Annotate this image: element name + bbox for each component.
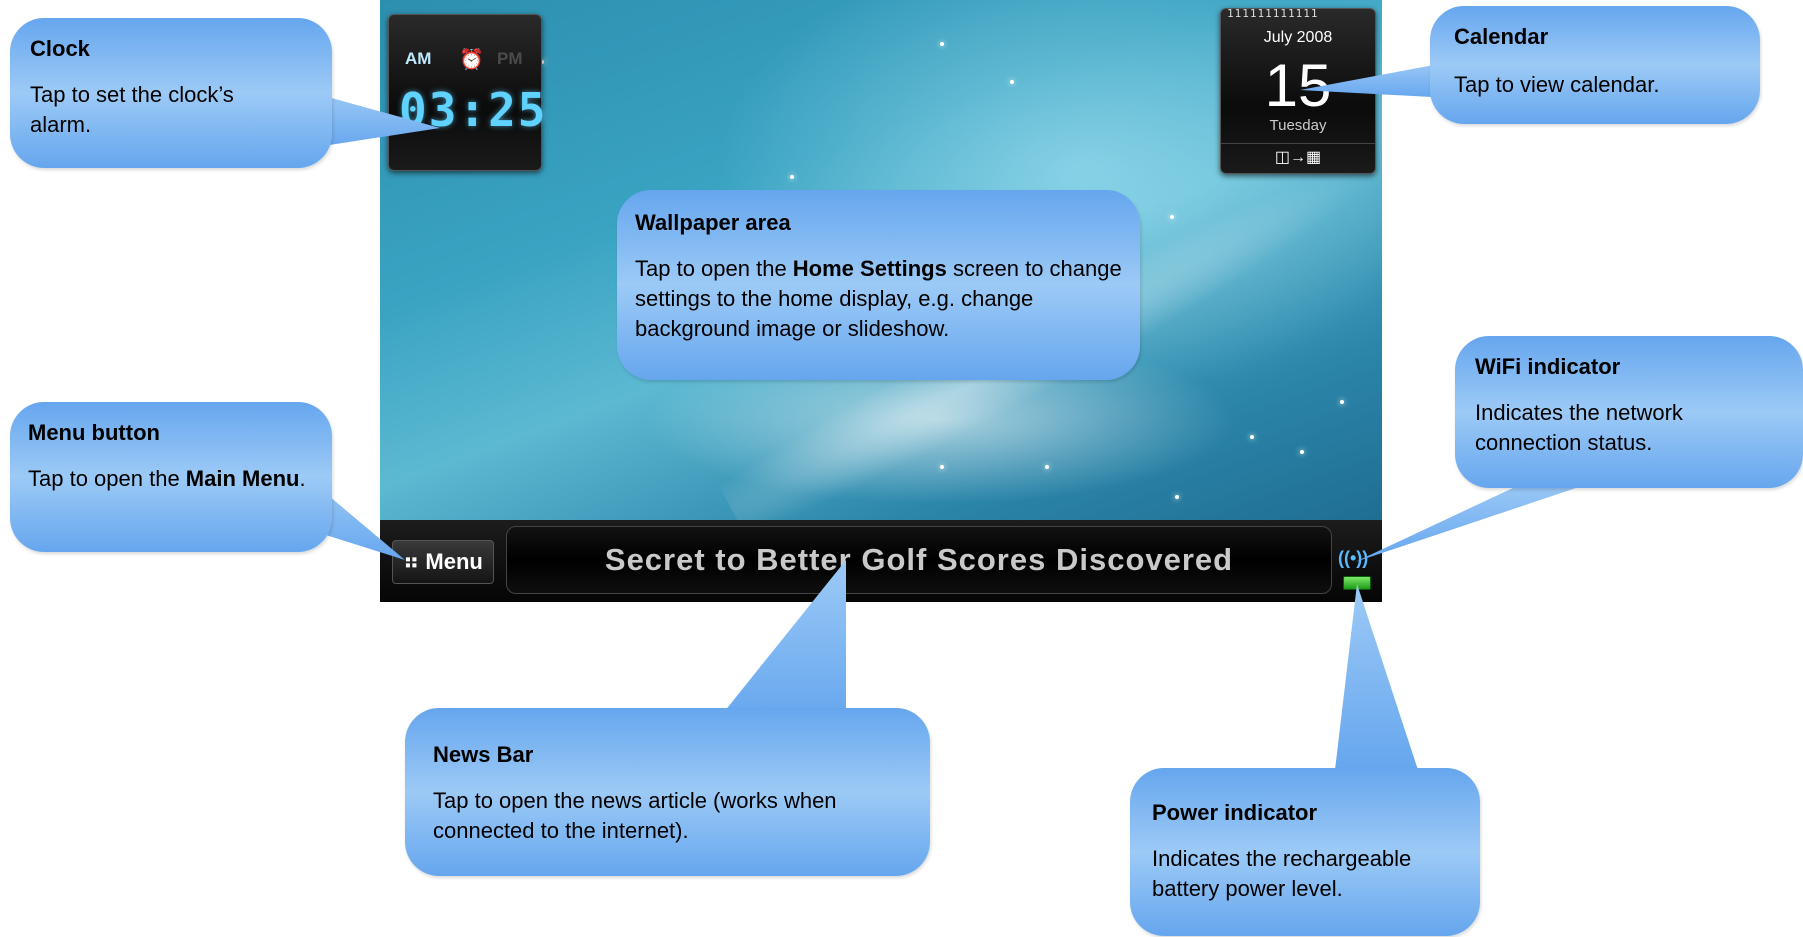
callout-title: WiFi indicator xyxy=(1475,354,1621,379)
calendar-month-year: July 2008 xyxy=(1263,29,1333,46)
sparkle xyxy=(1340,400,1344,404)
wallpaper-callout: Wallpaper area Tap to open the Home Sett… xyxy=(617,190,1140,380)
callout-body: Tap to view calendar. xyxy=(1454,72,1660,97)
bottom-bar: ⠶ Menu Secret to Better Golf Scores Disc… xyxy=(380,520,1382,602)
wifi-callout: WiFi indicator Indicates the network con… xyxy=(1455,336,1803,488)
callout-body-pre: Tap to open the xyxy=(635,256,793,281)
callout-title: Power indicator xyxy=(1152,800,1318,825)
clock-time: 03:25 xyxy=(399,83,548,137)
callout-body: Indicates the network connection status. xyxy=(1475,400,1683,455)
sparkle xyxy=(940,42,944,46)
sparkle xyxy=(1010,80,1014,84)
sparkle xyxy=(1300,450,1304,454)
callout-title: Clock xyxy=(30,36,90,61)
alarm-icon: ⏰ xyxy=(459,49,484,71)
calendar-day: 15 xyxy=(1264,52,1332,119)
calendar-view-icon: ◫→▦ xyxy=(1221,143,1375,172)
am-label: AM xyxy=(405,49,432,68)
sparkle xyxy=(1045,465,1049,469)
power-callout: Power indicator Indicates the rechargeab… xyxy=(1130,768,1480,936)
sparkle xyxy=(1175,495,1179,499)
clock-callout: Clock Tap to set the clock’s alarm. xyxy=(10,18,332,168)
callout-body-bold: Main Menu xyxy=(185,466,300,491)
callout-body-pre: Tap to open the xyxy=(28,466,186,491)
news-headline: Secret to Better Golf Scores Discovered xyxy=(604,542,1234,577)
sparkle xyxy=(1250,435,1254,439)
menu-button[interactable]: ⠶ Menu xyxy=(392,540,494,584)
callout-body: Tap to open the news article (works when… xyxy=(433,788,837,843)
wifi-callout-tail xyxy=(1355,480,1600,562)
pm-label: PM xyxy=(497,49,523,68)
callout-body: Indicates the rechargeable battery power… xyxy=(1152,846,1412,901)
clock-widget[interactable]: AM ⏰ PM 03:25 xyxy=(388,14,548,171)
sparkle xyxy=(1170,215,1174,219)
clock-ampm-row: AM ⏰ PM xyxy=(389,49,541,71)
callout-body: Tap to open the Home Settings screen to … xyxy=(635,254,1125,344)
power-callout-tail xyxy=(1335,584,1418,770)
menu-button-label: Menu xyxy=(425,549,483,574)
callout-title: Calendar xyxy=(1454,24,1549,49)
calendar-weekday: Tuesday xyxy=(1269,117,1327,134)
menu-grid-icon: ⠶ xyxy=(403,549,420,574)
calendar-widget[interactable]: 111111111111 July 2008 15 Tuesday ◫→▦ xyxy=(1220,7,1376,174)
callout-title: Menu button xyxy=(28,420,160,445)
callout-body-post: . xyxy=(299,466,306,491)
battery-icon xyxy=(1343,576,1371,590)
calendar-rings: 111111111111 xyxy=(1227,7,1319,20)
callout-title: Wallpaper area xyxy=(635,210,791,235)
callout-body: Tap to open the Main Menu. xyxy=(28,464,308,494)
menu-callout: Menu button Tap to open the Main Menu. xyxy=(10,402,332,552)
sparkle xyxy=(790,175,794,179)
news-callout: News Bar Tap to open the news article (w… xyxy=(405,708,930,876)
callout-body-bold: Home Settings xyxy=(792,256,947,281)
wifi-icon: ((•)) xyxy=(1338,548,1369,568)
callout-title: News Bar xyxy=(433,742,534,767)
news-bar[interactable]: Secret to Better Golf Scores Discovered xyxy=(506,526,1332,594)
sparkle xyxy=(940,465,944,469)
calendar-callout: Calendar Tap to view calendar. xyxy=(1430,6,1760,124)
callout-body: Tap to set the clock’s alarm. xyxy=(30,82,234,137)
